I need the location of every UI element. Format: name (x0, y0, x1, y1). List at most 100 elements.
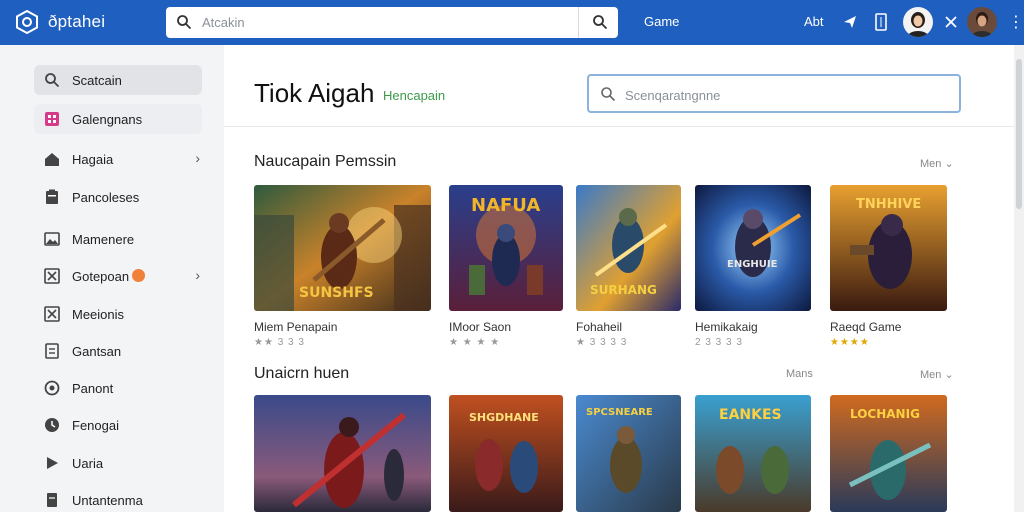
sidebar-item-label: Uaria (72, 456, 104, 471)
main-content: Tiok Aigah Hencapain Scenqaratngnne Nauc… (224, 45, 1014, 512)
game-thumbnail[interactable] (254, 395, 431, 512)
search-submit-icon[interactable] (592, 14, 608, 30)
search-icon (601, 87, 616, 102)
chevron-right-icon: › (195, 150, 200, 166)
game-title: Raeqd Game (830, 320, 902, 334)
scrollbar-thumb[interactable] (1016, 59, 1022, 209)
sidebar-item-label: Gotepoan (72, 269, 130, 284)
game-title: Fohaheil (576, 320, 623, 334)
search-input[interactable]: Atcakin (202, 15, 245, 30)
section-title: Unaicrn huen (254, 365, 350, 382)
game-thumbnail[interactable]: EANKES (695, 395, 811, 512)
game-thumbnail[interactable]: SHGDHANE (449, 395, 563, 512)
doc-icon (47, 493, 57, 507)
thumbnail-title: ENGHUIE (727, 259, 778, 270)
game-thumbnail[interactable]: LOCHANIG (830, 395, 947, 512)
brand-name: ðptahei (48, 12, 106, 31)
thumbnail-title: SPCSNEARE (586, 407, 653, 418)
avatar[interactable] (903, 7, 933, 37)
sidebar-item-fenogai[interactable]: Fenogai (34, 410, 202, 440)
sidebar-item-label: Gantsan (72, 344, 122, 359)
sidebar-item-home[interactable]: Hagaia › (34, 144, 202, 174)
send-icon[interactable] (841, 13, 859, 31)
sidebar-item-panont[interactable]: Panont (34, 373, 202, 403)
sidebar-item-label: Panont (72, 381, 114, 396)
game-thumbnail[interactable]: TNHHIVE (830, 185, 947, 311)
close-icon[interactable] (942, 13, 960, 31)
game-thumbnail[interactable]: SPCSNEARE (576, 395, 681, 512)
section-more-link[interactable]: Mans (786, 368, 813, 380)
thumbnail-title: LOCHANIG (850, 407, 920, 421)
sidebar-item-gantsan[interactable]: Gantsan (34, 336, 202, 366)
scrollbar[interactable] (1014, 45, 1024, 512)
game-rating: ★★ 3 3 3 (254, 337, 305, 348)
sidebar-item-label: Scatcain (72, 73, 122, 88)
sidebar: Scatcain Galengnans Hagaia › Pancoleses … (0, 45, 224, 512)
sidebar-item-untantenma[interactable]: Untantenma (34, 485, 202, 512)
image-icon (44, 232, 60, 246)
game-rating: ★ ★ ★ ★ (449, 337, 501, 348)
record-icon (44, 380, 60, 396)
sidebar-item-uaria[interactable]: Uaria (34, 448, 202, 478)
search-icon (177, 15, 192, 30)
sidebar-item-label: Galengnans (72, 112, 143, 127)
thumbnail-title: EANKES (719, 407, 782, 423)
sidebar-item-label: Meeionis (72, 307, 125, 322)
thumbnail-title: SURHANG (590, 283, 657, 297)
thumbnail-title: SHGDHANE (469, 411, 539, 424)
sidebar-item-label: Hagaia (72, 152, 114, 167)
more-icon[interactable]: ⋮ (1008, 12, 1024, 32)
device-icon[interactable] (872, 13, 890, 31)
filter-search[interactable]: Scenqaratngnne (587, 74, 961, 113)
sidebar-item-label: Fenogai (72, 418, 119, 433)
divider (224, 126, 1014, 127)
nav-about-link[interactable]: Abt (804, 14, 824, 29)
sidebar-item-gotepoan[interactable]: Gotepoan › (34, 261, 202, 291)
more-label: Men (920, 158, 942, 170)
chevron-right-icon: › (195, 267, 200, 283)
sidebar-item-library[interactable]: Pancoleses (34, 182, 202, 212)
section-more-link[interactable]: Men ⌄ (920, 368, 954, 381)
doc-icon (45, 343, 59, 359)
notification-badge (132, 269, 145, 282)
page-subtitle-link[interactable]: Hencapain (383, 88, 445, 103)
section-more-link[interactable]: Men ⌄ (920, 157, 954, 170)
game-thumbnail[interactable]: SUNSHFS (254, 185, 431, 311)
logo-icon[interactable] (14, 9, 40, 35)
global-search[interactable]: Atcakin (166, 7, 618, 38)
more-label: Men (920, 369, 942, 381)
game-title: Hemikakaig (695, 320, 758, 334)
game-title: IMoor Saon (449, 320, 512, 334)
game-title: Miem Penapain (254, 320, 338, 334)
game-thumbnail[interactable]: ENGHUIE (695, 185, 811, 311)
close-box-icon (44, 268, 60, 284)
sidebar-item-meeionis[interactable]: Meeionis (34, 299, 202, 329)
top-bar: ðptahei Atcakin Game Abt ⋮ (0, 0, 1024, 45)
sidebar-item-label: Mamenere (72, 232, 135, 247)
page-title: Tiok Aigah (254, 78, 375, 108)
thumbnail-title: TNHHIVE (856, 197, 922, 212)
game-rating: ★★★★ (830, 337, 870, 348)
nav-games-link[interactable]: Game (644, 14, 679, 29)
game-thumbnail[interactable]: NAFUA (449, 185, 563, 311)
section-title: Naucapain Pemssin (254, 153, 397, 170)
grid-icon (45, 112, 59, 126)
filter-input[interactable]: Scenqaratngnne (625, 88, 720, 103)
search-icon (45, 73, 60, 88)
game-thumbnail[interactable]: SURHANG (576, 185, 681, 311)
thumbnail-title: NAFUA (471, 195, 541, 216)
game-rating: ★ 3 3 3 3 (576, 337, 628, 348)
sidebar-item-search[interactable]: Scatcain (34, 65, 202, 95)
sidebar-item-categories[interactable]: Galengnans (34, 104, 202, 134)
user-avatar[interactable] (967, 7, 997, 37)
sidebar-item-media[interactable]: Mamenere (34, 224, 202, 254)
sidebar-item-label: Untantenma (72, 493, 143, 508)
game-rating: 2 3 3 3 3 (695, 337, 743, 348)
home-icon (45, 153, 59, 166)
clipboard-icon (46, 189, 58, 204)
sidebar-item-label: Pancoleses (72, 190, 140, 205)
thumbnail-title: SUNSHFS (299, 285, 374, 301)
search-divider (578, 7, 579, 38)
play-icon (47, 457, 58, 469)
close-box-icon (44, 306, 60, 322)
